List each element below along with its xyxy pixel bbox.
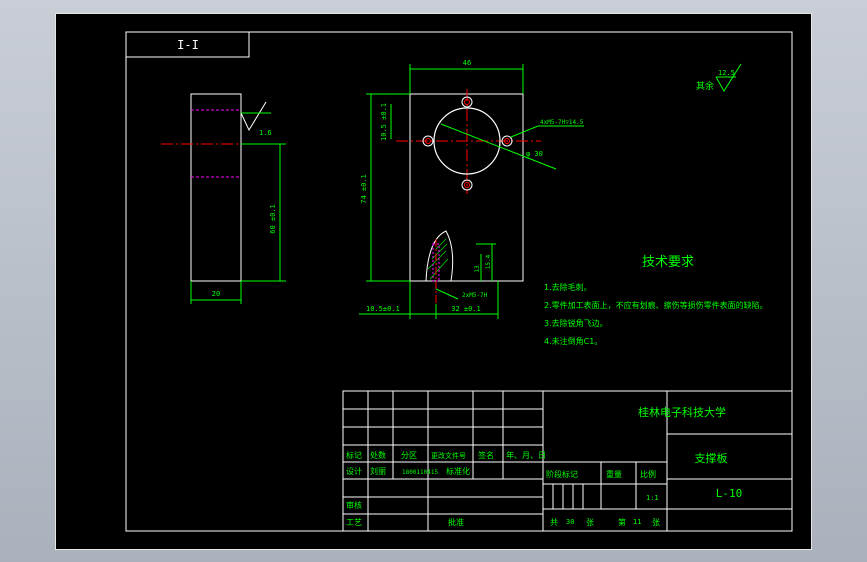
- standardization-label: 标准化: [446, 466, 470, 476]
- hole-note-label: 4xM5-7H▽14.5: [540, 119, 584, 126]
- front-view: 46 74 ±0.1 10.5 ±0.1 4xM5-7H▽14.5 φ 30 1…: [359, 59, 584, 319]
- scale-value: 1:1: [646, 494, 659, 502]
- header-sign: 签名: [478, 450, 494, 460]
- tech-item-3: 3.去除锐角飞边。: [544, 318, 608, 328]
- weight-label: 重量: [606, 469, 622, 479]
- header-date: 年、月、日: [506, 450, 546, 460]
- tech-title: 技术要求: [642, 255, 694, 270]
- header-mark: 标记: [346, 450, 362, 460]
- technical-requirements: 技术要求 1.去除毛刺。 2.零件加工表面上，不应有划痕、擦伤等损伤零件表面的缺…: [544, 255, 768, 346]
- total-label: 共: [550, 518, 558, 527]
- header-change-doc: 更改文件号: [431, 451, 466, 460]
- designer-name: 刘丽: [370, 466, 386, 476]
- cad-drawing-canvas[interactable]: I-I 1.6 60 ±0.1 20 46 74 ±0.1 10.5 ±0.1 …: [55, 13, 812, 550]
- hole-note-leader: [510, 125, 539, 138]
- hole-offset-label: 10.5 ±0.1: [380, 103, 388, 141]
- scale-label: 比例: [640, 469, 656, 479]
- sheet-label: 张: [586, 518, 594, 527]
- roughness-label: 其余: [696, 80, 714, 92]
- school-name: 桂林电子科技大学: [638, 405, 726, 419]
- part-name: 支撑板: [695, 451, 728, 465]
- section-roughness-mark: [240, 101, 267, 132]
- tech-item-1: 1.去除毛刺。: [544, 282, 592, 292]
- section-thick-label: 20: [212, 290, 220, 298]
- small-dim-2-label: 15.4: [485, 254, 492, 269]
- small-dim-1-label: 13: [474, 265, 481, 273]
- page-value: 11: [633, 518, 641, 526]
- bottom-dim-mid-label: 32 ±0.1: [451, 305, 481, 313]
- front-height-label: 74 ±0.1: [360, 174, 368, 204]
- tech-item-2: 2.零件加工表面上，不应有划痕、擦伤等损伤零件表面的缺陷。: [544, 300, 768, 310]
- section-view: 1.6 60 ±0.1 20: [161, 93, 286, 304]
- hatch-lines: [427, 238, 449, 280]
- front-width-label: 46: [463, 59, 471, 67]
- designer-label: 设计: [346, 466, 362, 476]
- diameter-label: φ 30: [526, 150, 543, 158]
- drawing-svg: I-I 1.6 60 ±0.1 20 46 74 ±0.1 10.5 ±0.1 …: [125, 31, 793, 532]
- page-unit: 张: [652, 518, 660, 527]
- stage-label: 阶段标记: [546, 469, 578, 479]
- section-body: [190, 93, 242, 282]
- roughness-value: 12.5: [718, 69, 735, 77]
- drawing-number: L-10: [716, 487, 743, 500]
- general-roughness: 其余 12.5: [696, 63, 742, 92]
- student-number: 1800110415: [402, 469, 439, 476]
- review-label: 审核: [346, 500, 362, 510]
- thread-note-leader: [435, 288, 459, 300]
- tech-item-4: 4.未注倒角C1。: [544, 336, 602, 346]
- section-arrow-label: 1.6: [259, 129, 272, 137]
- page-label: 第: [618, 517, 626, 527]
- header-zone: 分区: [401, 451, 417, 460]
- thread-note-label: 2xM5-7H: [462, 292, 488, 299]
- total-value: 30: [566, 518, 574, 526]
- approve-label: 批准: [448, 517, 464, 527]
- section-label: I-I: [177, 38, 199, 52]
- header-count: 处数: [370, 450, 386, 460]
- section-height-label: 60 ±0.1: [269, 204, 277, 234]
- bottom-dim-left-label: 10.5±0.1: [366, 305, 400, 313]
- process-label: 工艺: [346, 518, 362, 527]
